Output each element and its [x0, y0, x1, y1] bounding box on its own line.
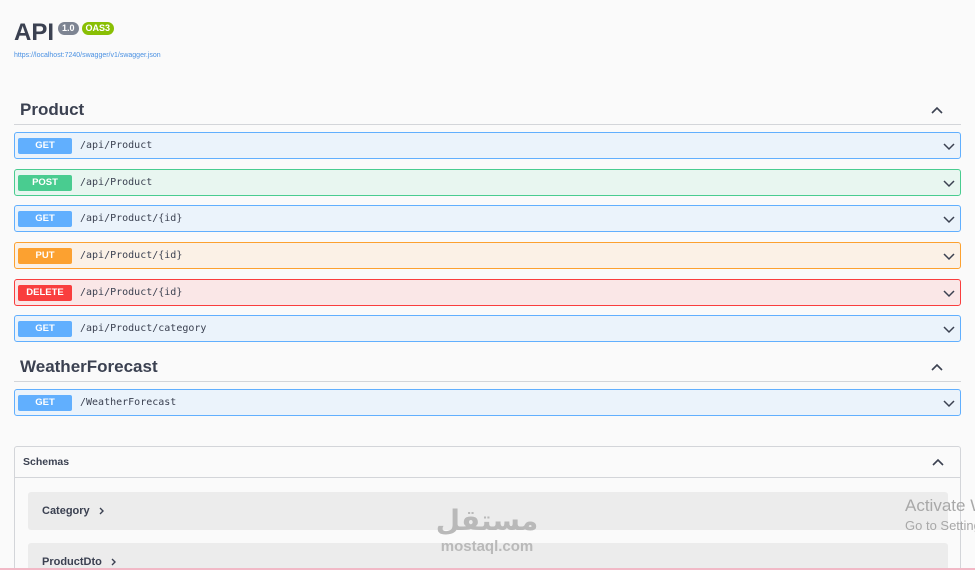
- activate-windows-overlay: Activate Windows Go to Settings to activ…: [905, 496, 975, 534]
- title-row: API 1.0 OAS3: [14, 18, 161, 48]
- method-badge: GET: [18, 137, 72, 154]
- operation-path: /api/Product/{id}: [80, 213, 183, 224]
- schema-name: Category: [42, 505, 90, 517]
- operation-get-product[interactable]: GET /api/Product: [14, 132, 961, 159]
- version-badge: 1.0: [58, 22, 79, 35]
- operation-path: /api/Product: [80, 140, 153, 151]
- method-badge: DELETE: [18, 284, 72, 301]
- chevron-down-icon[interactable]: [942, 176, 956, 190]
- tag-name: WeatherForecast: [20, 356, 158, 376]
- chevron-up-icon[interactable]: [929, 102, 945, 118]
- spec-url-link[interactable]: https://localhost:7240/swagger/v1/swagge…: [14, 52, 161, 59]
- chevron-down-icon[interactable]: [942, 322, 956, 336]
- chevron-down-icon[interactable]: [942, 249, 956, 263]
- watermark-text: mostaql.com: [440, 538, 534, 555]
- method-badge: PUT: [18, 247, 72, 264]
- operation-get-product-category[interactable]: GET /api/Product/category: [14, 315, 961, 342]
- chevron-right-icon: [111, 558, 116, 566]
- operation-path: /api/Product/{id}: [80, 250, 183, 261]
- operation-delete-product-id[interactable]: DELETE /api/Product/{id}: [14, 279, 961, 306]
- operation-path: /WeatherForecast: [80, 397, 177, 408]
- method-badge: GET: [18, 210, 72, 227]
- method-badge: GET: [18, 394, 72, 411]
- operation-path: /api/Product/category: [80, 323, 207, 334]
- operation-put-product-id[interactable]: PUT /api/Product/{id}: [14, 242, 961, 269]
- watermark-glyph: مستقل: [435, 504, 539, 537]
- tag-name: Product: [20, 99, 85, 119]
- tag-weatherforecast-header[interactable]: WeatherForecast: [14, 352, 961, 382]
- activate-title: Activate Windows: [905, 496, 975, 515]
- chevron-right-icon: [99, 507, 104, 515]
- schemas-header[interactable]: Schemas: [15, 447, 960, 478]
- tag-product-header[interactable]: Product: [14, 95, 961, 125]
- activate-subtitle: Go to Settings to activate Windows.: [905, 518, 975, 533]
- chevron-up-icon[interactable]: [929, 359, 945, 375]
- chevron-down-icon[interactable]: [942, 286, 956, 300]
- mostaql-watermark: مستقل mostaql.com: [426, 504, 548, 560]
- method-badge: GET: [18, 320, 72, 337]
- operation-get-weatherforecast[interactable]: GET /WeatherForecast: [14, 389, 961, 416]
- chevron-down-icon[interactable]: [942, 212, 956, 226]
- operation-path: /api/Product/{id}: [80, 287, 183, 298]
- chevron-down-icon[interactable]: [942, 139, 956, 153]
- api-info: API 1.0 OAS3 https://localhost:7240/swag…: [14, 18, 161, 59]
- oas-badge: OAS3: [81, 22, 115, 35]
- operation-post-product[interactable]: POST /api/Product: [14, 169, 961, 196]
- method-badge: POST: [18, 174, 72, 191]
- chevron-up-icon[interactable]: [930, 454, 946, 470]
- chevron-down-icon[interactable]: [942, 396, 956, 410]
- operation-path: /api/Product: [80, 177, 153, 188]
- schemas-title: Schemas: [23, 456, 70, 468]
- operation-get-product-id[interactable]: GET /api/Product/{id}: [14, 205, 961, 232]
- api-title: API: [14, 19, 55, 46]
- schema-name: ProductDto: [42, 556, 102, 568]
